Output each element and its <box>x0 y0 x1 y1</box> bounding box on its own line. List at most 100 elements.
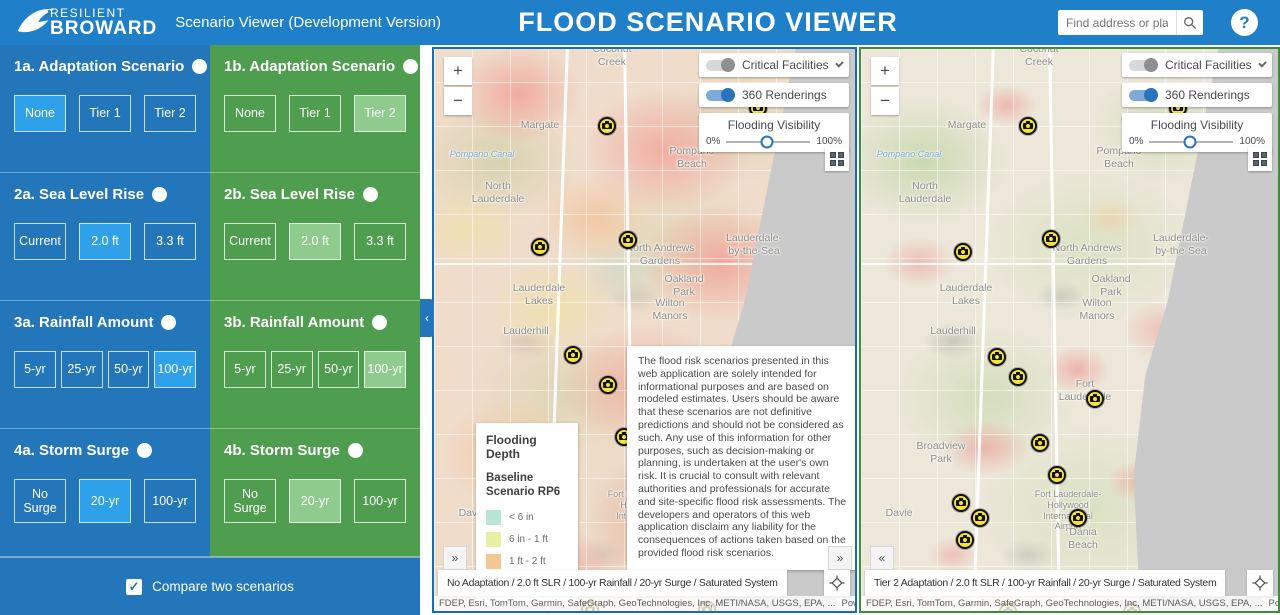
storm-surge-b-options: No Surge 20-yr 100-yr <box>224 479 406 523</box>
360-rendering-marker[interactable] <box>971 509 989 527</box>
flooding-visibility-label: Flooding Visibility <box>706 118 842 132</box>
rainfall-a-options: 5-yr25-yr50-yr100-yr <box>14 351 196 388</box>
360-rendering-marker[interactable] <box>531 238 549 256</box>
info-icon[interactable] <box>372 315 387 330</box>
info-icon[interactable] <box>152 187 167 202</box>
option-button[interactable]: None <box>14 95 66 132</box>
option-button[interactable]: No Surge <box>224 479 276 523</box>
help-button[interactable]: ? <box>1231 9 1258 36</box>
option-button[interactable]: Current <box>14 223 66 260</box>
info-icon[interactable] <box>192 59 207 74</box>
legend-item-label: 6 in - 1 ft <box>509 534 548 545</box>
critical-facilities-label: Critical Facilities <box>1165 58 1252 72</box>
option-button[interactable]: Tier 2 <box>144 95 196 132</box>
option-button[interactable]: 100-yr <box>154 351 196 388</box>
search-button[interactable] <box>1176 10 1203 35</box>
section-title: 2b. Sea Level Rise <box>224 186 355 203</box>
360-rendering-marker[interactable] <box>1042 230 1060 248</box>
locate-button[interactable] <box>1247 570 1273 596</box>
zoom-in-button[interactable]: + <box>871 57 899 85</box>
option-button[interactable]: 5-yr <box>224 351 266 388</box>
expand-legend-button[interactable]: » <box>443 546 467 570</box>
360-rendering-marker[interactable] <box>1086 390 1104 408</box>
option-button[interactable]: 50-yr <box>108 351 150 388</box>
zoom-in-button[interactable]: + <box>444 57 472 85</box>
option-button[interactable]: 50-yr <box>318 351 360 388</box>
360-rendering-marker[interactable] <box>954 243 972 261</box>
zoom-controls: + − <box>444 57 472 117</box>
storm-surge-a-options: No Surge 20-yr 100-yr <box>14 479 196 523</box>
basemap-grid-button[interactable] <box>1248 147 1272 171</box>
option-button[interactable]: 25-yr <box>271 351 313 388</box>
chevron-down-icon[interactable] <box>835 59 844 68</box>
map-panel-b[interactable]: Coconut CreekMargatePompano CanalPompano… <box>859 47 1280 613</box>
renderings-toggle[interactable] <box>1129 90 1157 101</box>
slider-knob[interactable] <box>760 135 773 148</box>
search-box <box>1058 10 1203 35</box>
option-button[interactable]: 2.0 ft <box>79 223 131 260</box>
camera-icon <box>958 249 968 255</box>
renderings-toggle[interactable] <box>706 90 734 101</box>
360-rendering-marker[interactable] <box>956 531 974 549</box>
renderings-card: 360 Renderings <box>1122 83 1272 107</box>
legend-item: 1 ft - 2 ft <box>486 554 568 569</box>
slider-knob[interactable] <box>1183 135 1196 148</box>
chevron-down-icon[interactable] <box>1258 59 1267 68</box>
sea-level-a-options: Current 2.0 ft 3.3 ft <box>14 223 196 260</box>
option-button[interactable]: 25-yr <box>61 351 103 388</box>
flooding-visibility-slider[interactable] <box>1149 141 1233 143</box>
360-rendering-marker[interactable] <box>599 376 617 394</box>
option-button[interactable]: Tier 1 <box>289 95 341 132</box>
zoom-controls: + − <box>871 57 899 117</box>
option-button[interactable]: 100-yr <box>144 479 196 523</box>
info-icon[interactable] <box>161 315 176 330</box>
option-button[interactable]: Tier 2 <box>354 95 406 132</box>
info-icon[interactable] <box>363 187 378 202</box>
zoom-out-button[interactable]: − <box>444 87 472 115</box>
camera-icon <box>603 382 613 388</box>
360-rendering-marker[interactable] <box>988 348 1006 366</box>
info-icon[interactable] <box>137 443 152 458</box>
info-icon[interactable] <box>348 443 363 458</box>
critical-facilities-toggle[interactable] <box>1129 60 1157 71</box>
header-bar: RESILIENT BROWARD Scenario Viewer (Devel… <box>0 0 1280 45</box>
section-sea-level-a: 2a. Sea Level Rise Current2.0 ft3.3 ft <box>0 173 210 301</box>
360-rendering-marker[interactable] <box>952 494 970 512</box>
option-button[interactable]: 100-yr <box>364 351 406 388</box>
map-panel-a[interactable]: Coconut CreekMargatePompano CanalPompano… <box>432 47 857 613</box>
360-rendering-marker[interactable] <box>1009 368 1027 386</box>
360-rendering-marker[interactable] <box>1069 509 1087 527</box>
section-title: 1a. Adaptation Scenario <box>14 58 184 75</box>
option-button[interactable]: 3.3 ft <box>144 223 196 260</box>
360-rendering-marker[interactable] <box>598 117 616 135</box>
option-button[interactable]: 20-yr <box>79 479 131 523</box>
zoom-out-button[interactable]: − <box>871 87 899 115</box>
collapse-panel-button[interactable]: « <box>870 546 894 570</box>
compare-checkbox[interactable] <box>126 579 142 595</box>
360-rendering-marker[interactable] <box>619 231 637 249</box>
360-rendering-marker[interactable] <box>1031 434 1049 452</box>
sidebar-collapse-button[interactable]: ‹ <box>420 299 434 337</box>
option-button[interactable]: 2.0 ft <box>289 223 341 260</box>
resilient-broward-logo[interactable]: RESILIENT BROWARD <box>12 5 157 41</box>
attribution-sources: FDEP, Esri, TomTom, Garmin, SafeGraph, G… <box>439 598 836 609</box>
360-rendering-marker[interactable] <box>564 346 582 364</box>
critical-facilities-toggle[interactable] <box>706 60 734 71</box>
locate-button[interactable] <box>824 570 850 596</box>
flooding-visibility-slider[interactable] <box>726 141 810 143</box>
option-button[interactable]: 5-yr <box>14 351 56 388</box>
360-rendering-marker[interactable] <box>1019 117 1037 135</box>
option-button[interactable]: None <box>224 95 276 132</box>
expand-disclaimer-button[interactable]: » <box>828 546 852 570</box>
option-button[interactable]: 3.3 ft <box>354 223 406 260</box>
option-button[interactable]: Tier 1 <box>79 95 131 132</box>
option-button[interactable]: Current <box>224 223 276 260</box>
option-button[interactable]: No Surge <box>14 479 66 523</box>
360-rendering-marker[interactable] <box>1048 466 1066 484</box>
option-button[interactable]: 100-yr <box>354 479 406 523</box>
info-icon[interactable] <box>403 59 418 74</box>
option-button[interactable]: 20-yr <box>289 479 341 523</box>
basemap-grid-button[interactable] <box>825 147 849 171</box>
camera-icon <box>992 354 1002 360</box>
search-input[interactable] <box>1058 10 1176 35</box>
